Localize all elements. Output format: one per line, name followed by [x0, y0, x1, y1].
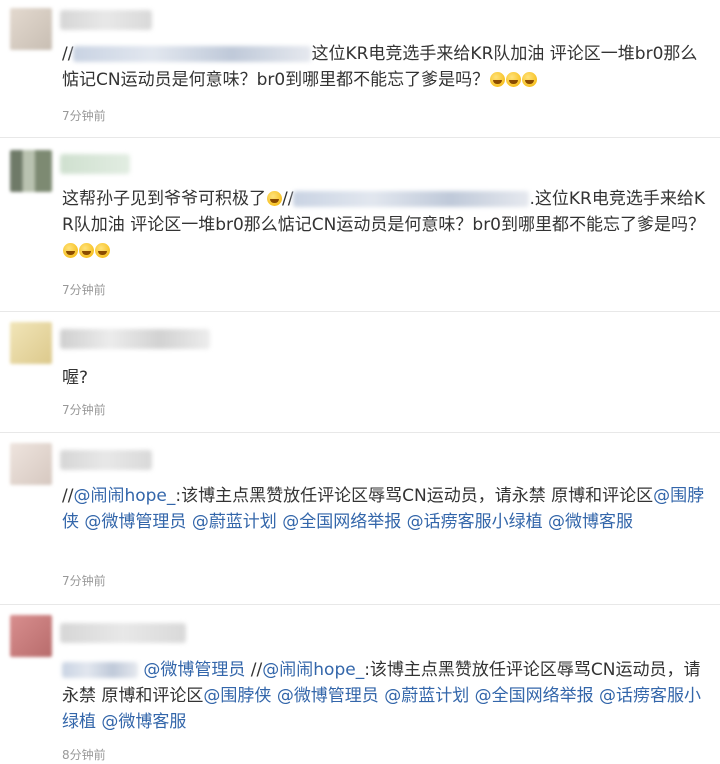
- laughing-icon: [522, 72, 538, 87]
- comment-text: //@闹闹hope_:该博主点黑赞放任评论区辱骂CN运动员，请永禁 原博和评论区…: [62, 483, 710, 535]
- comment-body: 这帮孙子见到爷爷可积极了: [62, 189, 266, 209]
- repost-prefix: //: [62, 486, 74, 506]
- timestamp: 7分钟前: [62, 574, 106, 588]
- mention-link[interactable]: @全国网络举报: [282, 512, 401, 532]
- comment-item: 喔? 7分钟前: [0, 312, 720, 433]
- laughing-icon: [267, 191, 282, 206]
- laughing-icon: [79, 243, 94, 258]
- comment-body: :该博主点黑赞放任评论区辱骂CN运动员，请永禁 原博和评论区: [175, 486, 654, 506]
- mention-link[interactable]: @微博管理员: [143, 660, 245, 680]
- mention-link[interactable]: @话痨客服小绿植: [407, 512, 543, 532]
- username-redacted[interactable]: [60, 450, 152, 470]
- repost-prefix: //: [245, 660, 263, 680]
- comment-item: //@闹闹hope_:该博主点黑赞放任评论区辱骂CN运动员，请永禁 原博和评论区…: [0, 433, 720, 605]
- timestamp: 8分钟前: [62, 748, 106, 762]
- comment-text: 喔?: [62, 365, 710, 391]
- mention-link[interactable]: @蔚蓝计划: [384, 686, 469, 706]
- repost-prefix: //: [282, 189, 294, 209]
- redacted-mention: [293, 191, 530, 207]
- mention-link[interactable]: @微博客服: [548, 512, 633, 532]
- laughing-icon: [63, 243, 78, 258]
- timestamp: 7分钟前: [62, 283, 106, 297]
- redacted-mention: [73, 46, 312, 62]
- mention-link[interactable]: @闹闹hope_: [262, 660, 364, 680]
- username-redacted[interactable]: [60, 154, 130, 174]
- mention-link[interactable]: @微博管理员: [277, 686, 379, 706]
- mention-link[interactable]: @蔚蓝计划: [192, 512, 277, 532]
- laughing-icon: [490, 72, 506, 87]
- comment-text: 这帮孙子见到爷爷可积极了//.这位KR电竞选手来给KR队加油 评论区一堆br0那…: [62, 186, 710, 264]
- username-redacted[interactable]: [60, 329, 210, 349]
- repost-prefix: //: [62, 44, 74, 64]
- comment-text: @微博管理员 //@闹闹hope_:该博主点黑赞放任评论区辱骂CN运动员，请永禁…: [62, 657, 710, 735]
- comment-item: 这帮孙子见到爷爷可积极了//.这位KR电竞选手来给KR队加油 评论区一堆br0那…: [0, 138, 720, 312]
- comment-item: //这位KR电竞选手来给KR队加油 评论区一堆br0那么惦记CN运动员是何意味？…: [0, 0, 720, 138]
- mention-link[interactable]: @全国网络举报: [475, 686, 594, 706]
- avatar[interactable]: [10, 322, 52, 364]
- username-redacted[interactable]: [60, 623, 186, 643]
- comment-text: //这位KR电竞选手来给KR队加油 评论区一堆br0那么惦记CN运动员是何意味？…: [62, 41, 710, 93]
- mention-link[interactable]: @闹闹hope_: [73, 486, 175, 506]
- mention-link[interactable]: @微博管理员: [84, 512, 186, 532]
- redacted-mention: [62, 662, 138, 678]
- timestamp: 7分钟前: [62, 109, 106, 123]
- comment-body: 喔?: [62, 368, 89, 388]
- avatar[interactable]: [10, 615, 52, 657]
- avatar[interactable]: [10, 443, 52, 485]
- mention-link[interactable]: @微博客服: [101, 712, 186, 732]
- mention-link[interactable]: @围脖侠: [203, 686, 271, 706]
- comment-item: @微博管理员 //@闹闹hope_:该博主点黑赞放任评论区辱骂CN运动员，请永禁…: [0, 605, 720, 764]
- timestamp: 7分钟前: [62, 403, 106, 417]
- laughing-icon: [95, 243, 110, 258]
- laughing-icon: [506, 72, 522, 87]
- username-redacted[interactable]: [60, 10, 152, 30]
- avatar[interactable]: [10, 8, 52, 50]
- avatar[interactable]: [10, 150, 52, 192]
